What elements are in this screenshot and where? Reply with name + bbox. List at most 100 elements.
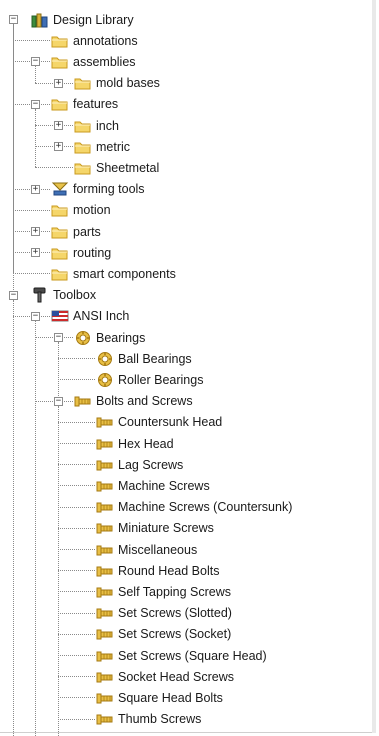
- tree-item[interactable]: Toolbox: [31, 285, 96, 306]
- tree-connector-line: [35, 167, 73, 169]
- tree-item[interactable]: features: [51, 94, 118, 115]
- tree-item[interactable]: Socket Head Screws: [96, 666, 234, 687]
- tree-connector-line: [58, 527, 95, 529]
- tree-connector-line: [58, 612, 95, 614]
- tree-item[interactable]: Set Screws (Square Head): [96, 645, 267, 666]
- tree-item[interactable]: Ball Bearings: [96, 348, 192, 369]
- tree-item-label: forming tools: [73, 182, 145, 197]
- tree-item[interactable]: Sheetmetal: [74, 157, 159, 178]
- tree-item[interactable]: metric: [74, 136, 130, 157]
- tree-item-label: smart components: [73, 266, 176, 281]
- tree-item[interactable]: Machine Screws (Countersunk): [96, 497, 292, 518]
- folder-icon: [51, 54, 69, 70]
- tree-item[interactable]: Round Head Bolts: [96, 560, 219, 581]
- tree-item-label: Socket Head Screws: [118, 669, 235, 684]
- folder-icon: [51, 266, 69, 282]
- tree-item-label: ANSI Inch: [73, 309, 130, 324]
- us-flag-icon: [51, 308, 69, 324]
- tree-item[interactable]: Design Library: [31, 9, 134, 30]
- tree-item-label: Machine Screws: [118, 478, 210, 493]
- tree-item[interactable]: annotations: [51, 30, 138, 51]
- tree-item[interactable]: motion: [51, 200, 111, 221]
- tree-item[interactable]: routing: [51, 242, 111, 263]
- tree-item-label: Bolts and Screws: [96, 394, 193, 409]
- tree-item-label: Set Screws (Slotted): [118, 606, 232, 621]
- tree-item[interactable]: Lag Screws: [96, 454, 183, 475]
- collapse-toggle-icon[interactable]: −: [31, 99, 40, 109]
- tree-connector-line: [58, 676, 95, 678]
- tree-item[interactable]: Roller Bearings: [96, 369, 203, 390]
- tree-item-label: Roller Bearings: [118, 372, 204, 387]
- tree-item-label: Set Screws (Socket): [118, 627, 232, 642]
- tree-connector-line: [58, 655, 95, 656]
- tree-connector-line: [58, 570, 95, 572]
- bolt-icon: [96, 499, 114, 515]
- tree-item[interactable]: mold bases: [74, 73, 160, 94]
- tree-item[interactable]: forming tools: [51, 179, 145, 200]
- tree-item[interactable]: Square Head Bolts: [96, 687, 223, 708]
- tree-guide-line: [13, 299, 14, 736]
- bolt-icon: [96, 669, 114, 685]
- forming-tools-icon: [51, 181, 69, 197]
- tree-item-label: annotations: [73, 33, 138, 48]
- scrollbar-edge[interactable]: [372, 0, 376, 733]
- tree-item-label: mold bases: [96, 76, 160, 91]
- tree-item-label: features: [73, 97, 119, 112]
- bolt-icon: [96, 605, 114, 621]
- tree-item[interactable]: smart components: [51, 263, 176, 284]
- tree-item[interactable]: Machine Screws: [96, 475, 210, 496]
- tree-item-label: Miscellaneous: [118, 542, 198, 557]
- tree-item-label: motion: [73, 203, 111, 218]
- expand-toggle-icon[interactable]: +: [31, 227, 40, 236]
- toolbox-icon: [31, 287, 49, 303]
- tree-guide-line: [35, 66, 36, 83]
- expand-toggle-icon[interactable]: +: [31, 184, 40, 194]
- bolt-icon: [96, 478, 114, 494]
- tree-item[interactable]: parts: [51, 221, 101, 242]
- collapse-toggle-icon[interactable]: −: [31, 57, 40, 67]
- tree-item[interactable]: inch: [74, 115, 119, 136]
- tree-item[interactable]: Hex Head: [96, 433, 174, 454]
- expand-toggle-icon[interactable]: +: [31, 248, 40, 258]
- tree-connector-line: [58, 379, 95, 381]
- tree-item[interactable]: Bearings: [74, 327, 145, 348]
- tree-item-label: Toolbox: [53, 288, 97, 303]
- bolt-icon: [96, 626, 114, 642]
- tree-item-label: Design Library: [53, 12, 134, 27]
- collapse-toggle-icon[interactable]: −: [9, 290, 18, 300]
- bolt-icon: [96, 563, 114, 579]
- tree-item-label: Ball Bearings: [118, 351, 192, 366]
- tree-item[interactable]: Countersunk Head: [96, 412, 222, 433]
- tree-item[interactable]: Set Screws (Socket): [96, 624, 231, 645]
- tree-item[interactable]: assemblies: [51, 51, 136, 72]
- tree-item-label: Set Screws (Square Head): [118, 648, 267, 663]
- tree-connector-line: [58, 591, 95, 593]
- tree-item[interactable]: Miniature Screws: [96, 518, 214, 539]
- tree-connector-line: [58, 549, 95, 550]
- bolt-icon: [96, 584, 114, 600]
- tree-connector-line: [58, 358, 95, 360]
- tree-item-label: Thumb Screws: [118, 712, 202, 727]
- expand-toggle-icon[interactable]: +: [54, 121, 63, 130]
- collapse-toggle-icon[interactable]: −: [31, 311, 40, 321]
- tree-item-label: Bearings: [96, 330, 146, 345]
- bearing-icon: [74, 330, 92, 346]
- collapse-toggle-icon[interactable]: −: [54, 396, 63, 406]
- folder-icon: [51, 245, 69, 261]
- tree-connector-line: [13, 209, 50, 211]
- tree-connector-line: [58, 633, 95, 635]
- tree-item[interactable]: Bolts and Screws: [74, 391, 193, 412]
- tree-item[interactable]: Self Tapping Screws: [96, 581, 231, 602]
- expand-toggle-icon[interactable]: +: [54, 142, 63, 152]
- collapse-toggle-icon[interactable]: −: [9, 15, 18, 24]
- tree-item[interactable]: Miscellaneous: [96, 539, 197, 560]
- tree-item[interactable]: Thumb Screws: [96, 709, 201, 730]
- collapse-toggle-icon[interactable]: −: [54, 333, 63, 342]
- tree-connector-line: [58, 506, 95, 508]
- design-library-tree: − Design Library annotations − assemblies + mo…: [0, 0, 370, 736]
- tree-item[interactable]: ANSI Inch: [51, 306, 129, 327]
- tree-item[interactable]: Set Screws (Slotted): [96, 603, 232, 624]
- tree-item-label: parts: [73, 224, 101, 239]
- tree-connector-line: [58, 718, 95, 720]
- expand-toggle-icon[interactable]: +: [54, 78, 63, 88]
